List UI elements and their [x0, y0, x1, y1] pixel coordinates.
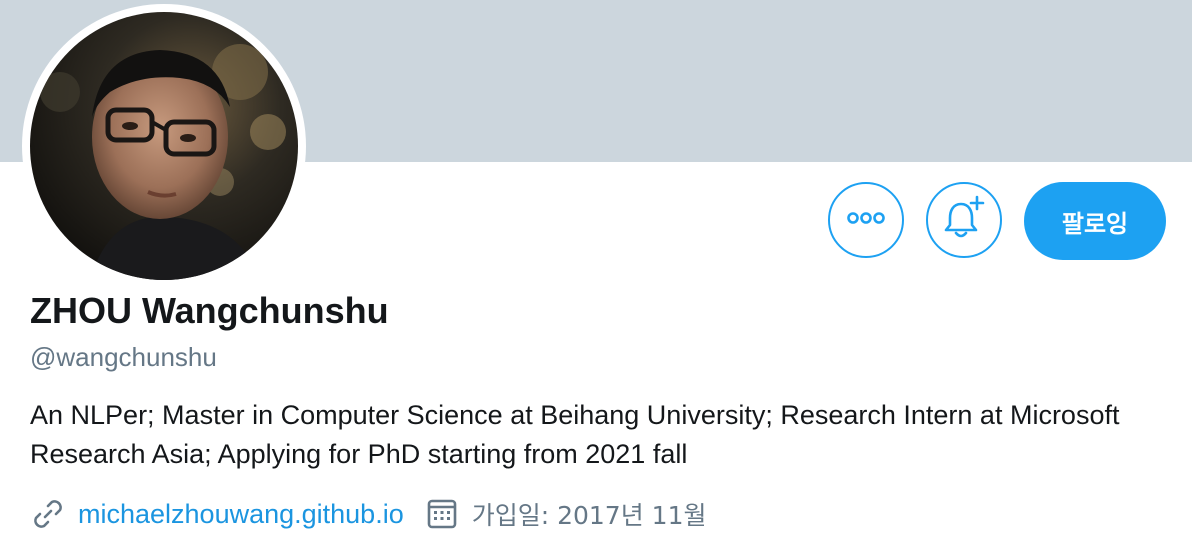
notifications-button[interactable]: [926, 182, 1002, 258]
more-button[interactable]: [828, 182, 904, 258]
display-name: ZHOU Wangchunshu: [30, 290, 389, 331]
following-button[interactable]: 팔로잉: [1024, 182, 1166, 260]
profile-handle: @wangchunshu: [30, 342, 217, 372]
profile-bio: An NLPer; Master in Computer Science at …: [30, 400, 1120, 469]
more-dots-icon: [846, 211, 886, 229]
profile-meta: michaelzhouwang.github.io 가입일: 2017년 11월: [30, 494, 706, 534]
link-icon: [30, 496, 66, 532]
avatar-photo: [30, 12, 298, 280]
joined-date: 가입일: 2017년 11월: [471, 501, 707, 530]
website-link[interactable]: michaelzhouwang.github.io: [78, 499, 404, 530]
calendar-icon: [424, 496, 460, 532]
profile-header: 팔로잉 ZHOU Wangchunshu @wangchunshu An NLP…: [0, 0, 1192, 542]
bell-plus-icon: [941, 195, 987, 246]
profile-avatar[interactable]: [22, 4, 306, 288]
